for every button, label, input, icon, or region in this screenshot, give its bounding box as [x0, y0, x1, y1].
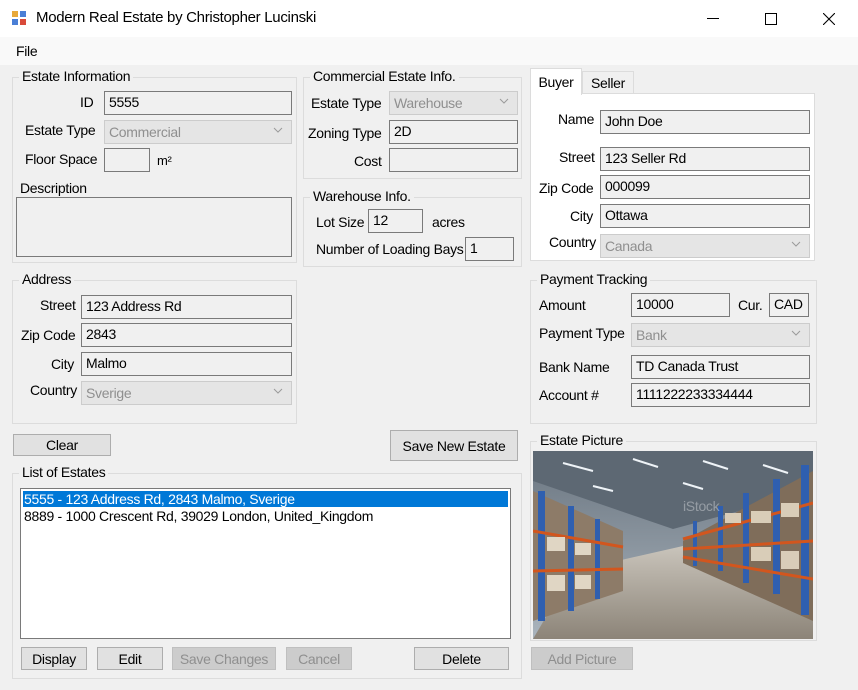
loading-bays-label: Number of Loading Bays	[316, 241, 464, 257]
warehouse-info-title: Warehouse Info.	[310, 188, 414, 204]
address-street-label: Street	[40, 297, 76, 313]
estate-listbox[interactable]: 5555 - 123 Address Rd, 2843 Malmo, Sveri…	[20, 488, 511, 639]
cancel-button[interactable]: Cancel	[286, 647, 352, 670]
payment-type-select[interactable]: Bank	[631, 323, 810, 347]
address-country-select[interactable]: Sverige	[81, 381, 292, 405]
close-icon	[823, 12, 835, 25]
commercial-type-select[interactable]: Warehouse	[389, 91, 518, 115]
display-button[interactable]: Display	[21, 647, 87, 670]
buyer-country-value: Canada	[605, 238, 653, 254]
address-city-field[interactable]: Malmo	[81, 352, 292, 376]
currency-field[interactable]: CAD	[769, 293, 809, 317]
lot-size-label: Lot Size	[316, 214, 365, 230]
chevron-down-icon	[791, 241, 801, 247]
tab-buyer[interactable]: Buyer	[530, 68, 582, 95]
tab-buyer-label: Buyer	[538, 74, 574, 90]
estate-picture-title: Estate Picture	[537, 432, 626, 448]
minimize-icon	[707, 17, 719, 19]
lot-size-field[interactable]: 12	[368, 209, 423, 233]
zoning-type-label: Zoning Type	[308, 125, 382, 141]
amount-label: Amount	[539, 297, 586, 313]
buyer-street-label: Street	[559, 149, 595, 165]
buyer-name-label: Name	[558, 111, 595, 127]
buyer-country-select[interactable]: Canada	[600, 234, 810, 258]
tab-seller-label: Seller	[591, 75, 625, 91]
floor-space-field[interactable]	[104, 148, 150, 172]
estate-type-select[interactable]: Commercial	[104, 120, 292, 144]
estate-picture: iStock	[533, 451, 813, 639]
payment-tracking-title: Payment Tracking	[537, 271, 651, 287]
list-item[interactable]: 8889 - 1000 Crescent Rd, 39029 London, U…	[23, 508, 508, 524]
warehouse-image: iStock	[533, 451, 813, 639]
address-country-value: Sverige	[86, 385, 132, 401]
estate-type-value: Commercial	[109, 124, 181, 140]
menu-file[interactable]: File	[16, 43, 38, 59]
tab-seller[interactable]: Seller	[582, 71, 634, 94]
commercial-info-title: Commercial Estate Info.	[310, 68, 459, 84]
watermark-text: iStock	[683, 498, 721, 514]
bank-name-label: Bank Name	[539, 359, 610, 375]
estate-info-title: Estate Information	[19, 68, 134, 84]
bank-name-field[interactable]: TD Canada Trust	[631, 355, 810, 379]
address-street-field[interactable]: 123 Address Rd	[81, 295, 292, 319]
commercial-type-value: Warehouse	[394, 95, 463, 111]
address-country-label: Country	[30, 382, 77, 398]
buyer-city-field[interactable]: Ottawa	[600, 204, 810, 228]
account-field[interactable]: 1111222233334444	[631, 383, 810, 407]
buyer-street-field[interactable]: 123 Seller Rd	[600, 147, 810, 171]
estate-id-field[interactable]: 5555	[104, 91, 292, 115]
save-new-estate-button[interactable]: Save New Estate	[390, 430, 518, 461]
address-zip-field[interactable]: 2843	[81, 323, 292, 347]
payment-type-value: Bank	[636, 327, 667, 343]
buyer-zip-label: Zip Code	[539, 180, 594, 196]
close-button[interactable]	[800, 0, 858, 37]
buyer-name-field[interactable]: John Doe	[600, 110, 810, 134]
chevron-down-icon	[499, 98, 509, 104]
chevron-down-icon	[273, 388, 283, 394]
amount-field[interactable]: 10000	[631, 293, 730, 317]
floor-space-label: Floor Space	[25, 151, 98, 167]
buyer-city-label: City	[570, 208, 593, 224]
buyer-country-label: Country	[549, 234, 596, 250]
description-field[interactable]	[16, 197, 292, 257]
zoning-type-field[interactable]: 2D	[389, 120, 518, 144]
account-label: Account #	[539, 387, 599, 403]
app-icon	[12, 11, 26, 25]
title-bar: Modern Real Estate by Christopher Lucins…	[0, 0, 858, 37]
buyer-zip-field[interactable]: 000099	[600, 175, 810, 199]
floor-space-unit: m²	[157, 153, 172, 168]
payment-type-label: Payment Type	[539, 325, 625, 341]
chevron-down-icon	[791, 330, 801, 336]
save-changes-button[interactable]: Save Changes	[172, 647, 276, 670]
chevron-down-icon	[273, 127, 283, 133]
address-zip-label: Zip Code	[21, 327, 76, 343]
currency-label: Cur.	[738, 297, 763, 313]
delete-button[interactable]: Delete	[414, 647, 509, 670]
estate-type-label: Estate Type	[25, 122, 96, 138]
loading-bays-field[interactable]: 1	[465, 237, 514, 261]
list-item[interactable]: 5555 - 123 Address Rd, 2843 Malmo, Sveri…	[23, 491, 508, 507]
clear-button[interactable]: Clear	[13, 434, 111, 456]
lot-size-unit: acres	[432, 214, 465, 230]
menu-bar	[0, 37, 858, 65]
address-title: Address	[19, 271, 75, 287]
description-label: Description	[20, 180, 87, 196]
estate-id-label: ID	[80, 94, 94, 110]
window-title: Modern Real Estate by Christopher Lucins…	[36, 9, 317, 26]
cost-field[interactable]	[389, 148, 518, 172]
add-picture-button[interactable]: Add Picture	[531, 647, 633, 670]
maximize-button[interactable]	[742, 0, 800, 37]
cost-label: Cost	[354, 153, 382, 169]
edit-button[interactable]: Edit	[97, 647, 163, 670]
commercial-type-label: Estate Type	[311, 95, 382, 111]
maximize-icon	[765, 12, 777, 25]
estate-list-title: List of Estates	[19, 464, 109, 480]
minimize-button[interactable]	[684, 0, 742, 37]
address-city-label: City	[51, 356, 74, 372]
